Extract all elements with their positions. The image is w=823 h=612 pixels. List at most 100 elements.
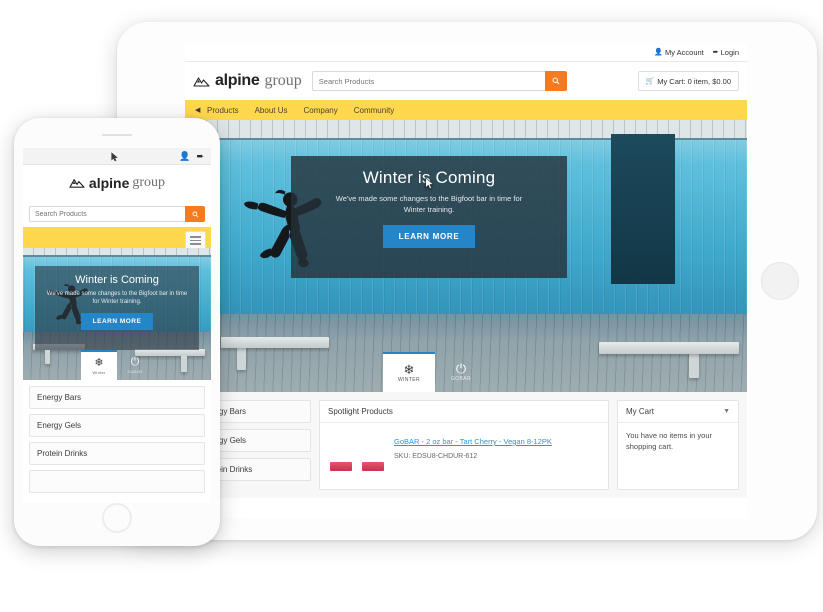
mouse-pointer-icon — [111, 152, 118, 162]
carousel-tab-winter-label: WINTER — [397, 377, 421, 383]
my-cart-panel: My Cart ▼ You have no items in your shop… — [617, 400, 739, 490]
phone-home-button[interactable] — [102, 503, 132, 533]
hero-subtitle: We've made some changes to the Bigfoot b… — [335, 194, 523, 214]
hero-bench-right — [599, 342, 739, 354]
category-item-partial[interactable] — [29, 470, 205, 493]
my-cart-button[interactable]: 🛒 My Cart: 0 item, $0.00 — [637, 71, 739, 91]
phone-search-box — [23, 201, 211, 227]
hero-title: Winter is Coming — [75, 274, 159, 286]
mountain-icon — [69, 179, 85, 188]
carousel-tab-winter[interactable]: ❄ WINTER — [383, 352, 435, 392]
nav-item-community[interactable]: Community — [354, 106, 394, 115]
carousel-tab-winter[interactable]: ❄ Winter — [81, 350, 117, 380]
hero-carousel-tabs: ❄ Winter ⏻ GoBAR — [81, 350, 153, 380]
my-cart-heading: My Cart — [626, 407, 654, 416]
tablet-hero-banner: Winter is Coming We've made some changes… — [185, 120, 747, 392]
my-cart-heading-row: My Cart ▼ — [618, 401, 738, 423]
phone-speaker — [102, 134, 132, 136]
carousel-tab-gobar[interactable]: ⏻ GoBAR — [117, 350, 153, 380]
product-name-link[interactable]: GoBAR - 2 oz bar - Tart Cherry - Vegan 8… — [394, 437, 552, 446]
hero-bench-left — [221, 337, 329, 348]
phone-brand-row[interactable]: alpine group — [23, 165, 211, 201]
nav-item-about-us[interactable]: About Us — [255, 106, 288, 115]
phone-category-list: Energy Bars Energy Gels Protein Drinks — [23, 380, 211, 499]
logo-alpine-text: alpine — [215, 72, 260, 89]
spotlight-product-row: GoBAR - 2 oz bar - Tart Cherry - Vegan 8… — [320, 423, 608, 479]
mouse-pointer-icon — [425, 177, 434, 190]
product-bar-left — [330, 462, 352, 471]
caret-left-icon[interactable]: ◀ — [195, 100, 200, 120]
hero-doorway — [611, 134, 675, 284]
power-icon: ⏻ — [130, 355, 140, 368]
sign-in-icon[interactable]: ➨ — [196, 151, 204, 162]
hero-bench-leg-left — [45, 349, 50, 364]
category-item-energy-bars[interactable]: Energy Bars — [29, 386, 205, 409]
search-button[interactable] — [185, 206, 205, 222]
login-link[interactable]: ➨ Login — [713, 48, 739, 57]
category-item-energy-gels[interactable]: Energy Gels — [29, 414, 205, 437]
carousel-tab-gobar[interactable]: ⏻ GOBAR — [435, 352, 487, 392]
logo-alpine-text: alpine — [88, 175, 130, 191]
product-thumbnail[interactable] — [328, 431, 386, 471]
search-icon — [191, 210, 198, 217]
phone-screen: 👤 ➨ alpine group Search Products Winter … — [23, 148, 211, 503]
carousel-tab-gobar-label: GoBAR — [127, 368, 143, 374]
sign-in-icon: ➨ — [712, 49, 719, 56]
nav-item-company[interactable]: Company — [303, 106, 337, 115]
hero-roof-edge — [23, 248, 211, 257]
product-bar-right — [362, 462, 384, 471]
cart-icon: 🛒 — [645, 77, 655, 85]
burger-line-1 — [190, 236, 201, 238]
user-icon[interactable]: 👤 — [179, 151, 190, 162]
category-item-protein-drinks[interactable]: Protein Drinks — [29, 442, 205, 465]
spotlight-products-panel: Spotlight Products GoBAR - 2 oz bar - Ta… — [319, 400, 609, 490]
chevron-down-icon[interactable]: ▼ — [723, 408, 730, 415]
product-sku: SKU: EDSU8-CHDUR-612 — [394, 453, 478, 460]
tablet-screen: 👤 My Account ➨ Login alpine group Search… — [185, 44, 747, 518]
tablet-device: 👤 My Account ➨ Login alpine group Search… — [117, 22, 817, 540]
hero-bench-leg-left — [237, 346, 246, 370]
learn-more-button[interactable]: LEARN MORE — [80, 312, 154, 330]
search-input[interactable] — [29, 206, 185, 222]
hero-bench-leg-right — [181, 355, 187, 372]
user-icon: 👤 — [654, 49, 663, 56]
cart-empty-message: You have no items in your shopping cart. — [626, 431, 713, 451]
product-info: GoBAR - 2 oz bar - Tart Cherry - Vegan 8… — [394, 431, 600, 471]
nav-item-products[interactable]: Products — [207, 106, 239, 115]
search-button[interactable] — [544, 71, 567, 91]
power-icon: ⏻ — [455, 361, 467, 376]
tablet-brand-row: alpine group 🛒 My Cart: 0 item, $0.00 — [185, 62, 747, 100]
login-label: Login — [720, 48, 739, 57]
tablet-utility-bar: 👤 My Account ➨ Login — [185, 44, 747, 62]
phone-device: 👤 ➨ alpine group Search Products Winter … — [14, 118, 220, 546]
mountain-icon — [193, 76, 210, 87]
carousel-tab-winter-label: Winter — [92, 369, 106, 375]
spotlight-products-heading: Spotlight Products — [320, 401, 608, 423]
hero-subtitle: We've made some changes to the Bigfoot b… — [46, 291, 188, 306]
site-logo[interactable]: alpine group — [193, 72, 302, 90]
logo-group-text: group — [132, 175, 166, 190]
hero-message-card: Winter is Coming We've made some changes… — [35, 266, 199, 350]
phone-nav-bar — [23, 227, 211, 250]
phone-utility-bar: 👤 ➨ — [23, 148, 211, 165]
learn-more-button[interactable]: LEARN MORE — [382, 224, 476, 248]
hero-bench-leg-right — [689, 352, 699, 378]
search-input[interactable] — [311, 71, 545, 91]
logo-group-text: group — [264, 72, 302, 89]
tablet-content-columns: Energy Bars Energy Gels Protein Drinks S… — [185, 392, 747, 498]
burger-line-2 — [190, 239, 201, 242]
burger-line-3 — [190, 243, 201, 245]
carousel-tab-gobar-label: GOBAR — [450, 376, 472, 382]
snowflake-icon: ❄ — [403, 362, 415, 377]
my-account-label: My Account — [664, 48, 704, 57]
responsive-mockup-scene: 👤 My Account ➨ Login alpine group Search… — [0, 0, 823, 612]
tablet-main-nav: ◀ Products About Us Company Community — [185, 100, 747, 120]
my-account-link[interactable]: 👤 My Account — [654, 48, 704, 57]
tablet-home-button[interactable] — [761, 262, 799, 300]
hero-message-card: Winter is Coming We've made some changes… — [291, 156, 567, 278]
my-cart-label: My Cart: 0 item, $0.00 — [657, 76, 731, 86]
snowflake-icon: ❄ — [94, 356, 104, 369]
hero-carousel-tabs: ❄ WINTER ⏻ GOBAR — [383, 352, 487, 392]
search-box — [311, 71, 567, 91]
phone-hero-banner: Winter is Coming We've made some changes… — [23, 248, 211, 380]
